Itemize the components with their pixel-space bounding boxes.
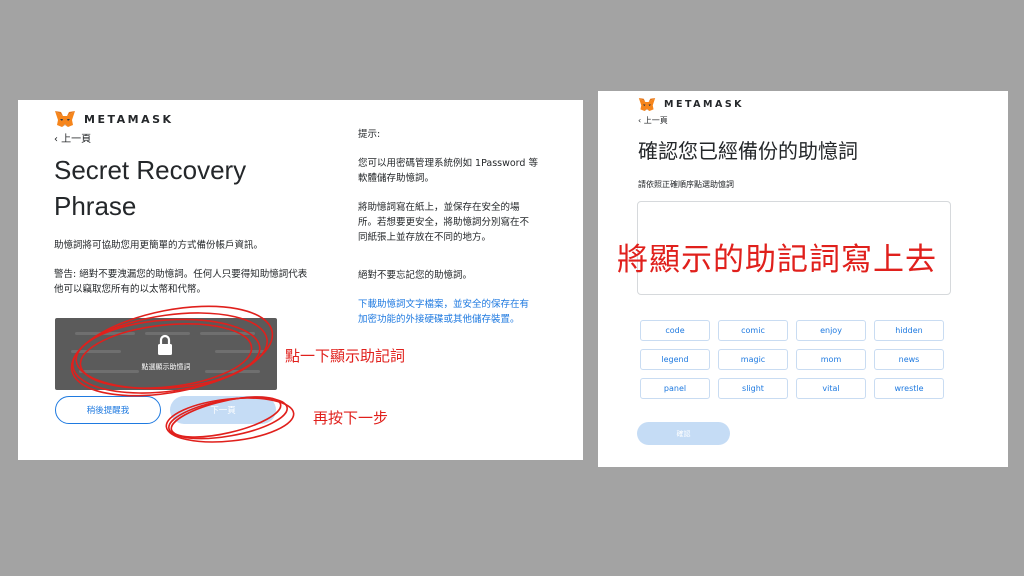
- word-chip[interactable]: legend: [640, 349, 710, 370]
- metamask-logo: METAMASK: [638, 97, 744, 112]
- brand-name: METAMASK: [664, 99, 745, 110]
- fox-icon: [638, 97, 656, 112]
- word-chip[interactable]: comic: [718, 320, 788, 341]
- word-chip[interactable]: mom: [796, 349, 866, 370]
- word-bank: code comic enjoy hidden legend magic mom…: [640, 320, 944, 399]
- annotation-write-words: 將顯示的助記詞寫上去: [617, 242, 937, 278]
- instruction-text: 請依照正確順序點選助憶詞: [638, 180, 734, 189]
- word-chip[interactable]: code: [640, 320, 710, 341]
- word-chip[interactable]: panel: [640, 378, 710, 399]
- word-chip[interactable]: slight: [718, 378, 788, 399]
- confirm-phrase-panel: METAMASK ‹ 上一頁 確認您已經備份的助憶詞 請依照正確順序點選助憶詞 …: [598, 91, 1008, 467]
- annotation-click-reveal: 點一下顯示助記詞: [285, 347, 406, 365]
- word-chip[interactable]: news: [874, 349, 944, 370]
- word-chip[interactable]: magic: [718, 349, 788, 370]
- word-chip[interactable]: enjoy: [796, 320, 866, 341]
- word-chip[interactable]: hidden: [874, 320, 944, 341]
- word-chip[interactable]: vital: [796, 378, 866, 399]
- confirm-button[interactable]: 確認: [637, 422, 730, 445]
- annotation-press-next: 再按下一步: [313, 409, 389, 427]
- back-link[interactable]: ‹ 上一頁: [638, 115, 668, 126]
- page-title: 確認您已經備份的助憶詞: [638, 139, 858, 163]
- word-chip[interactable]: wrestle: [874, 378, 944, 399]
